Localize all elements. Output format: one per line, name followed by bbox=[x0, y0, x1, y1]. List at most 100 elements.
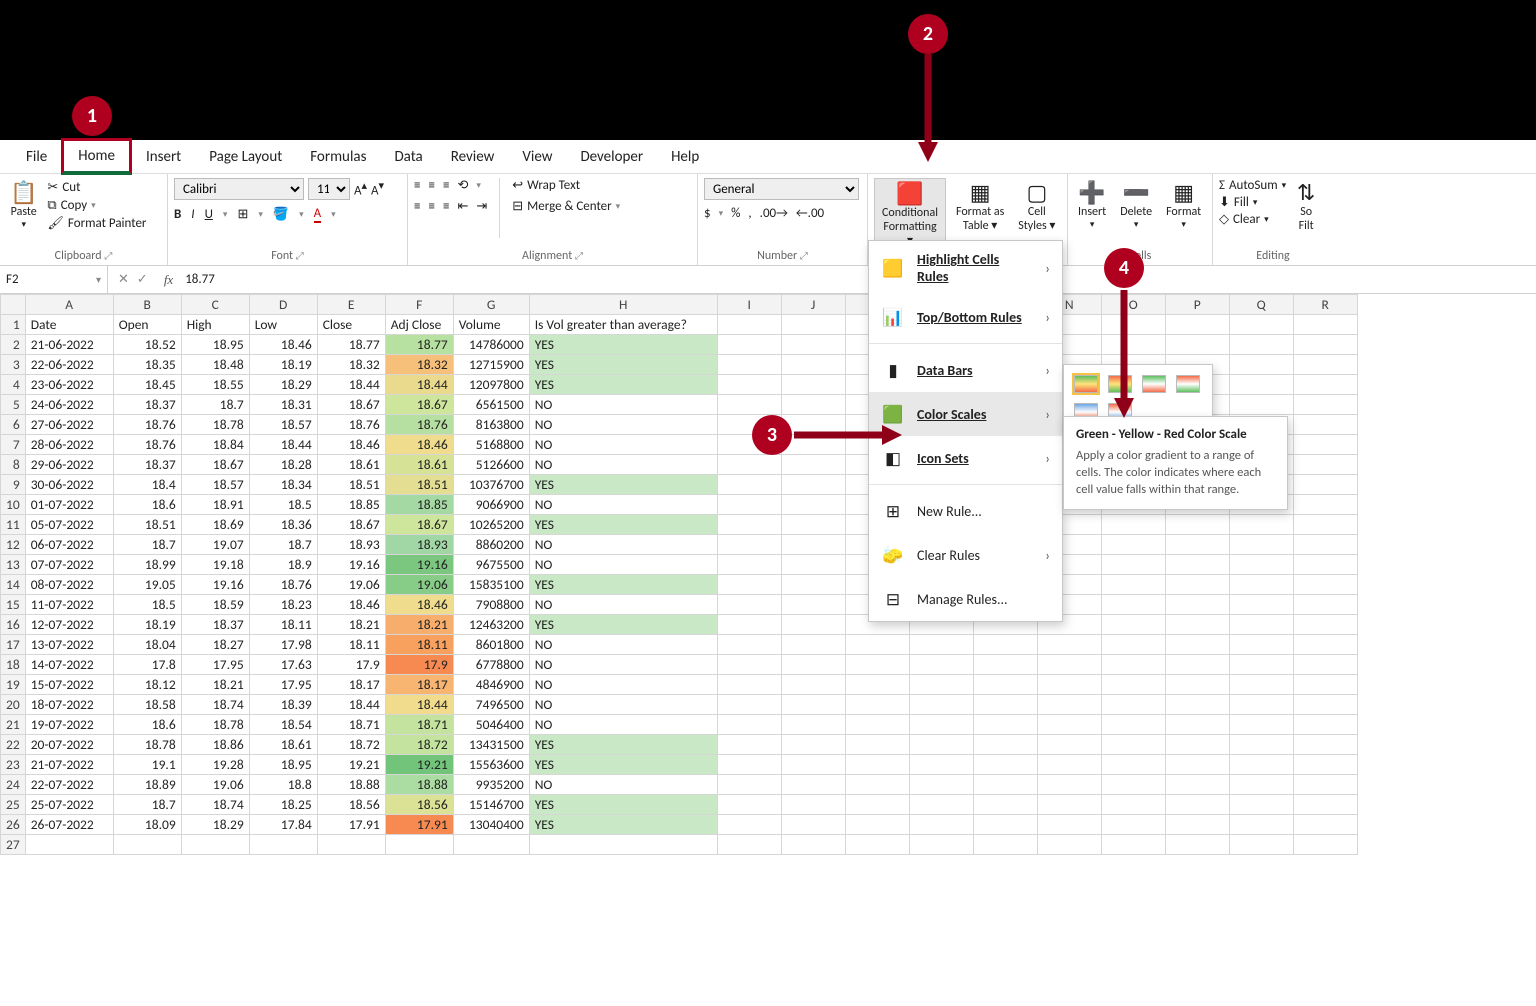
cell[interactable]: 18.54 bbox=[249, 715, 317, 735]
cell[interactable]: 18.46 bbox=[317, 595, 385, 615]
cell[interactable]: 28-06-2022 bbox=[25, 435, 113, 455]
cell[interactable]: 18.67 bbox=[181, 455, 249, 475]
cell[interactable]: YES bbox=[529, 575, 717, 595]
cell[interactable]: 9066900 bbox=[453, 495, 529, 515]
cell[interactable]: 18.85 bbox=[317, 495, 385, 515]
cell[interactable]: 19-07-2022 bbox=[25, 715, 113, 735]
name-box[interactable]: F2▾ bbox=[0, 266, 108, 293]
italic-button[interactable]: I bbox=[191, 207, 194, 222]
cell[interactable]: 18.6 bbox=[113, 715, 181, 735]
cell[interactable]: 12463200 bbox=[453, 615, 529, 635]
cell[interactable]: 18.71 bbox=[317, 715, 385, 735]
tab-file[interactable]: File bbox=[12, 142, 61, 172]
cell[interactable]: 18.57 bbox=[249, 415, 317, 435]
font-color-icon[interactable]: A bbox=[314, 206, 322, 223]
cell[interactable]: 17.8 bbox=[113, 655, 181, 675]
cell[interactable]: 18.78 bbox=[181, 415, 249, 435]
cell[interactable]: 18.36 bbox=[249, 515, 317, 535]
header-cell[interactable]: Low bbox=[249, 315, 317, 335]
col-header-P[interactable]: P bbox=[1165, 295, 1229, 315]
cell[interactable]: NO bbox=[529, 435, 717, 455]
header-cell[interactable]: Close bbox=[317, 315, 385, 335]
align-middle-icon[interactable]: ≡ bbox=[428, 178, 434, 193]
cell[interactable]: 18.61 bbox=[249, 735, 317, 755]
cell[interactable]: 18.74 bbox=[181, 695, 249, 715]
cell[interactable]: 19.18 bbox=[181, 555, 249, 575]
cell[interactable]: 18.61 bbox=[317, 455, 385, 475]
cell[interactable]: 18.23 bbox=[249, 595, 317, 615]
cell[interactable]: 18.17 bbox=[385, 675, 453, 695]
cell[interactable]: 18.44 bbox=[385, 695, 453, 715]
cell[interactable]: 29-06-2022 bbox=[25, 455, 113, 475]
cell[interactable]: 18.72 bbox=[385, 735, 453, 755]
cell[interactable]: 18.32 bbox=[385, 355, 453, 375]
cell[interactable]: 18.17 bbox=[317, 675, 385, 695]
number-format-select[interactable]: General bbox=[704, 178, 859, 200]
cell[interactable]: 7908800 bbox=[453, 595, 529, 615]
fx-icon[interactable]: fx bbox=[158, 272, 179, 288]
cell[interactable]: 18.8 bbox=[249, 775, 317, 795]
cell[interactable]: 18.37 bbox=[113, 455, 181, 475]
cell[interactable]: 18.86 bbox=[181, 735, 249, 755]
cell[interactable]: 18.19 bbox=[113, 615, 181, 635]
col-header-F[interactable]: F bbox=[385, 295, 453, 315]
row-header[interactable]: 7 bbox=[1, 435, 26, 455]
format-painter-button[interactable]: 🖌 Format Painter bbox=[47, 216, 146, 231]
cell[interactable]: 18.9 bbox=[249, 555, 317, 575]
cell[interactable]: 18.93 bbox=[317, 535, 385, 555]
cell[interactable]: 8601800 bbox=[453, 635, 529, 655]
row-header[interactable]: 21 bbox=[1, 715, 26, 735]
row-header[interactable]: 18 bbox=[1, 655, 26, 675]
cell[interactable]: NO bbox=[529, 695, 717, 715]
cell[interactable]: NO bbox=[529, 415, 717, 435]
row-header[interactable]: 10 bbox=[1, 495, 26, 515]
cell[interactable]: 22-07-2022 bbox=[25, 775, 113, 795]
header-cell[interactable]: Is Vol greater than average? bbox=[529, 315, 717, 335]
cell[interactable]: 20-07-2022 bbox=[25, 735, 113, 755]
cell[interactable]: 18.44 bbox=[385, 375, 453, 395]
row-header[interactable]: 2 bbox=[1, 335, 26, 355]
format-cells-button[interactable]: ▦Format▾ bbox=[1162, 178, 1205, 232]
cell[interactable]: 18.37 bbox=[113, 395, 181, 415]
cell[interactable]: 11-07-2022 bbox=[25, 595, 113, 615]
cancel-formula-icon[interactable]: ✕ bbox=[118, 272, 129, 287]
tab-developer[interactable]: Developer bbox=[566, 142, 657, 172]
cell[interactable]: 9675500 bbox=[453, 555, 529, 575]
fill-button[interactable]: ⬇ Fill ▾ bbox=[1219, 195, 1286, 210]
cell[interactable]: 06-07-2022 bbox=[25, 535, 113, 555]
cell[interactable]: 19.16 bbox=[385, 555, 453, 575]
cell[interactable]: NO bbox=[529, 635, 717, 655]
cell[interactable]: 18.46 bbox=[385, 435, 453, 455]
cell[interactable]: 14786000 bbox=[453, 335, 529, 355]
cell[interactable]: NO bbox=[529, 715, 717, 735]
row-header[interactable]: 12 bbox=[1, 535, 26, 555]
cell[interactable]: 05-07-2022 bbox=[25, 515, 113, 535]
underline-button[interactable]: U bbox=[205, 207, 213, 222]
cell[interactable]: 18.34 bbox=[249, 475, 317, 495]
insert-cells-button[interactable]: ➕Insert▾ bbox=[1074, 178, 1110, 232]
tab-review[interactable]: Review bbox=[437, 142, 509, 172]
row-header[interactable]: 14 bbox=[1, 575, 26, 595]
cell[interactable]: 6561500 bbox=[453, 395, 529, 415]
cell[interactable]: 22-06-2022 bbox=[25, 355, 113, 375]
cell[interactable]: 18.99 bbox=[113, 555, 181, 575]
fill-color-icon[interactable]: 🪣 bbox=[273, 207, 289, 222]
cell[interactable]: 19.21 bbox=[317, 755, 385, 775]
colorscale-gwr[interactable] bbox=[1142, 375, 1166, 393]
cell[interactable]: 18.7 bbox=[113, 795, 181, 815]
cf-menu-databars[interactable]: ▮Data Bars› bbox=[869, 348, 1062, 392]
cell[interactable]: 18.12 bbox=[113, 675, 181, 695]
cell[interactable]: 18.37 bbox=[181, 615, 249, 635]
cell[interactable]: 14-07-2022 bbox=[25, 655, 113, 675]
cell[interactable]: 18.59 bbox=[181, 595, 249, 615]
header-cell[interactable]: Adj Close bbox=[385, 315, 453, 335]
format-as-table-button[interactable]: ▦ Format as Table ▾ bbox=[952, 178, 1008, 236]
cell[interactable]: 17.95 bbox=[181, 655, 249, 675]
cell[interactable]: 10265200 bbox=[453, 515, 529, 535]
cell[interactable]: 18.52 bbox=[113, 335, 181, 355]
formula-input[interactable]: 18.77 bbox=[179, 272, 1536, 287]
col-header-D[interactable]: D bbox=[249, 295, 317, 315]
cell[interactable]: 18.11 bbox=[317, 635, 385, 655]
cf-menu-newrule[interactable]: ⊞New Rule... bbox=[869, 489, 1062, 533]
cell[interactable]: YES bbox=[529, 735, 717, 755]
